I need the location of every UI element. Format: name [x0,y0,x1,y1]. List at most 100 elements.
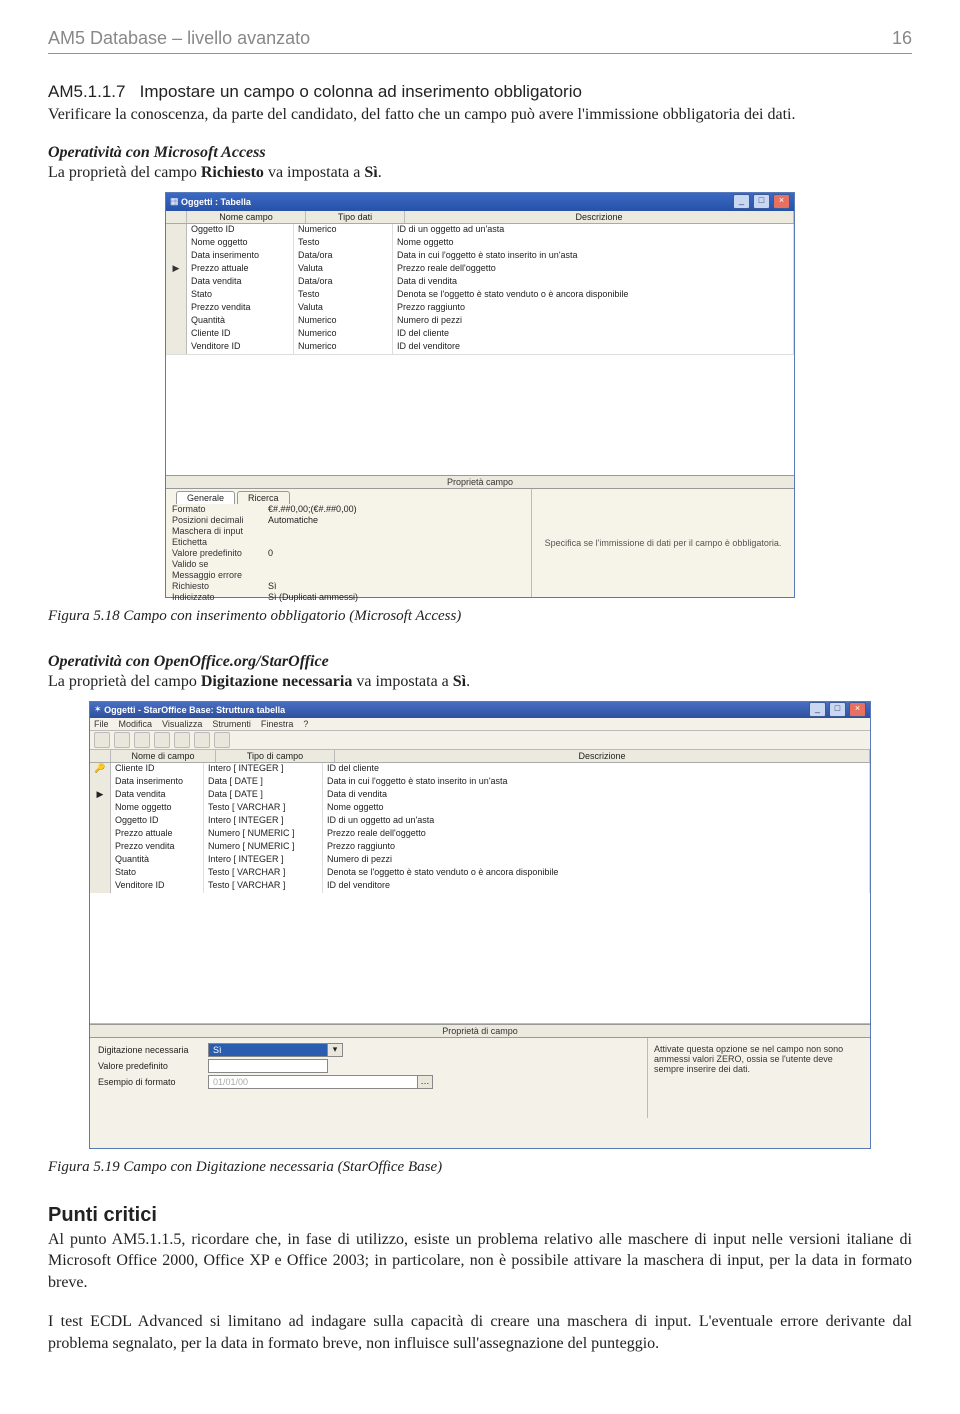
star-bottom-space [90,1118,870,1148]
table-row[interactable]: Venditore IDTesto [ VARCHAR ]ID del vend… [90,880,870,893]
access-titlebar[interactable]: ▦ Oggetti : Tabella _ □ × [166,193,794,211]
table-row[interactable]: Cliente IDNumericoID del cliente [166,328,794,341]
table-row[interactable]: ▶Prezzo attualeValutaPrezzo reale dell'o… [166,263,794,276]
minimize-button[interactable]: _ [733,194,750,209]
col-tipodati[interactable]: Tipo dati [306,211,405,223]
access-title: Oggetti : Tabella [181,197,730,207]
table-row[interactable]: Data inserimentoData/oraData in cui l'og… [166,250,794,263]
close-button[interactable]: × [773,194,790,209]
table-row[interactable]: Oggetto IDNumericoID di un oggetto ad un… [166,224,794,237]
table-row[interactable]: Data inserimentoData [ DATE ]Data in cui… [90,776,870,789]
star-title: Oggetti - StarOffice Base: Struttura tab… [104,705,806,715]
header-rule [48,53,912,54]
punti-critici-title: Punti critici [48,1204,912,1227]
table-row[interactable]: QuantitàIntero [ INTEGER ]Numero di pezz… [90,854,870,867]
table-row[interactable]: Oggetto IDIntero [ INTEGER ]ID di un ogg… [90,815,870,828]
close-button[interactable]: × [849,702,866,717]
page-number: 16 [892,28,912,49]
punti-para-1: Al punto AM5.1.1.5, ricordare che, in fa… [48,1229,912,1294]
table-row[interactable]: Prezzo attualeNumero [ NUMERIC ]Prezzo r… [90,828,870,841]
lbl-esempio-formato: Esempio di formato [98,1077,208,1087]
access-help-text: Specifica se l'immissione di dati per il… [532,489,794,597]
undo-icon[interactable] [194,732,210,748]
maximize-button[interactable]: □ [753,194,770,209]
table-row[interactable]: StatoTestoDenota se l'oggetto è stato ve… [166,289,794,302]
table-row[interactable]: Nome oggettoTesto [ VARCHAR ]Nome oggett… [90,802,870,815]
star-rows[interactable]: 🔑Cliente IDIntero [ INTEGER ]ID del clie… [90,763,870,893]
star-columns: Nome di campo Tipo di campo Descrizione [90,750,870,763]
save-icon[interactable] [94,732,110,748]
property-row[interactable]: Valido se [172,559,525,570]
op-access-title: Operatività con Microsoft Access [48,144,912,162]
col-descrizione[interactable]: Descrizione [405,211,794,223]
paste-icon[interactable] [174,732,190,748]
star-titlebar[interactable]: ✶ Oggetti - StarOffice Base: Struttura t… [90,702,870,718]
cut-icon[interactable] [134,732,150,748]
table-row[interactable]: Prezzo venditaNumero [ NUMERIC ]Prezzo r… [90,841,870,854]
intro-paragraph: Verificare la conoscenza, da parte del c… [48,104,912,126]
menu-item[interactable]: Strumenti [212,719,251,729]
col-descrizione[interactable]: Descrizione [335,750,870,762]
star-help-text: Attivate questa opzione se nel campo non… [647,1038,870,1118]
menu-item[interactable]: Visualizza [162,719,202,729]
val-valore-predef[interactable] [208,1059,328,1073]
lbl-valore-predef: Valore predefinito [98,1061,208,1071]
table-row[interactable]: Nome oggettoTestoNome oggetto [166,237,794,250]
table-row[interactable]: Venditore IDNumericoID del venditore [166,341,794,354]
minimize-button[interactable]: _ [809,702,826,717]
redo-icon[interactable] [214,732,230,748]
access-window: ▦ Oggetti : Tabella _ □ × Nome campo Tip… [165,192,795,598]
star-empty-rows[interactable] [90,893,870,1024]
tab-generale[interactable]: Generale [176,491,235,504]
table-icon: ▦ [170,196,179,207]
table-row[interactable]: 🔑Cliente IDIntero [ INTEGER ]ID del clie… [90,763,870,776]
tab-ricerca[interactable]: Ricerca [237,491,290,504]
col-nomecampo[interactable]: Nome campo [187,211,306,223]
property-row[interactable]: Formato€#.##0,00;(€#.##0,00) [172,504,525,515]
star-toolbar[interactable] [90,731,870,750]
col-tipodicampo[interactable]: Tipo di campo [216,750,335,762]
table-row[interactable]: ▶Data venditaData [ DATE ]Data di vendit… [90,789,870,802]
op-staroffice-line: La proprietà del campo Digitazione neces… [48,673,912,691]
property-row[interactable]: RichiestoSì [172,581,525,592]
dropdown-icon[interactable]: ▾ [327,1043,343,1057]
star-menubar[interactable]: File Modifica Visualizza Strumenti Finestra? [90,718,870,731]
format-button[interactable]: … [417,1075,433,1089]
property-row[interactable]: Etichetta [172,537,525,548]
menu-item[interactable]: File [94,719,109,729]
staroffice-window: ✶ Oggetti - StarOffice Base: Struttura t… [89,701,871,1149]
property-row[interactable]: Messaggio errore [172,570,525,581]
access-columns: Nome campo Tipo dati Descrizione [166,211,794,224]
punti-para-2: I test ECDL Advanced si limitano ad inda… [48,1311,912,1354]
copy-icon[interactable] [154,732,170,748]
page-header-left: AM5 Database – livello avanzato [48,28,310,49]
table-row[interactable]: StatoTesto [ VARCHAR ]Denota se l'oggett… [90,867,870,880]
lbl-digitazione: Digitazione necessaria [98,1045,208,1055]
table-row[interactable]: Data venditaData/oraData di vendita [166,276,794,289]
maximize-button[interactable]: □ [829,702,846,717]
col-nomedicampo[interactable]: Nome di campo [111,750,216,762]
op-staroffice-title: Operatività con OpenOffice.org/StarOffic… [48,653,912,671]
menu-item[interactable]: Finestra [261,719,294,729]
property-row[interactable]: Valore predefinito0 [172,548,525,559]
access-rows[interactable]: Oggetto IDNumericoID di un oggetto ad un… [166,224,794,354]
figure-5-19-caption: Figura 5.19 Campo con Digitazione necess… [48,1159,912,1176]
op-access-line: La proprietà del campo Richiesto va impo… [48,164,912,182]
val-digitazione[interactable]: Sì [208,1043,328,1057]
property-row[interactable]: Posizioni decimaliAutomatiche [172,515,525,526]
edit-icon[interactable] [114,732,130,748]
property-row[interactable]: IndicizzatoSì (Duplicati ammessi) [172,592,525,603]
access-empty-rows[interactable] [166,354,794,475]
access-propbar: Proprietà campo [166,475,794,489]
star-propbar: Proprietà di campo [90,1024,870,1038]
figure-5-18-caption: Figura 5.18 Campo con inserimento obblig… [48,608,912,625]
val-esempio-formato[interactable]: 01/01/00 [208,1075,418,1089]
table-row[interactable]: Prezzo venditaValutaPrezzo raggiunto [166,302,794,315]
section-heading: AM5.1.1.7 Impostare un campo o colonna a… [48,82,912,102]
property-row[interactable]: Maschera di input [172,526,525,537]
app-icon: ✶ [94,704,102,715]
section-number: AM5.1.1.7 [48,82,126,101]
menu-item[interactable]: Modifica [119,719,153,729]
menu-item[interactable]: ? [303,719,308,729]
table-row[interactable]: QuantitàNumericoNumero di pezzi [166,315,794,328]
